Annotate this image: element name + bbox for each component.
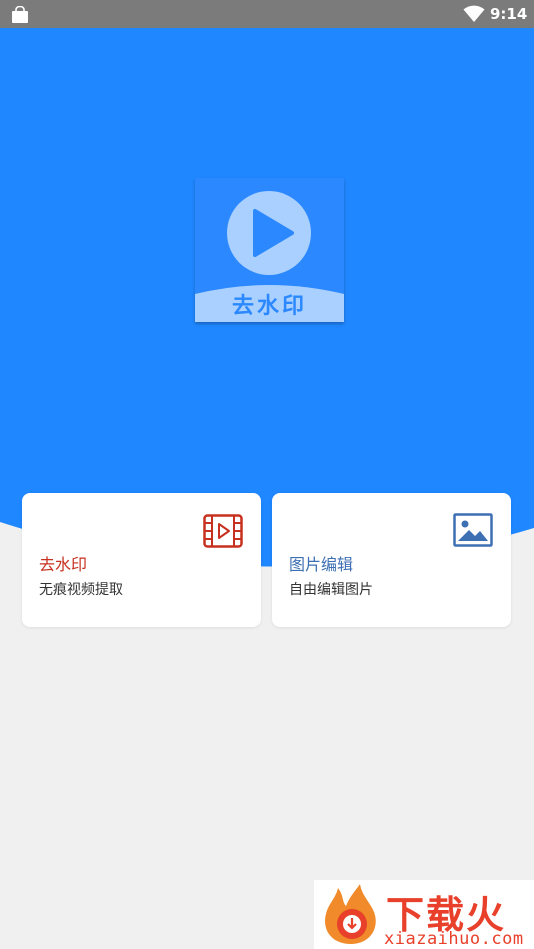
- status-bar: 9:14: [0, 0, 534, 28]
- app-logo: 去水印: [195, 178, 344, 322]
- image-edit-card[interactable]: 图片编辑 自由编辑图片: [272, 493, 511, 627]
- watermark-url: xiazaihuo.com: [384, 929, 524, 949]
- card-title: 去水印: [39, 555, 88, 574]
- card-subtitle: 自由编辑图片: [289, 582, 373, 598]
- flame-logo-icon: [325, 884, 376, 944]
- card-subtitle: 无痕视频提取: [39, 582, 123, 598]
- image-icon: [453, 513, 493, 547]
- remove-watermark-card[interactable]: 去水印 无痕视频提取: [22, 493, 261, 627]
- logo-text: 去水印: [231, 294, 307, 319]
- site-watermark: 下载火 xiazaihuo.com: [314, 880, 534, 949]
- wifi-icon: [463, 5, 485, 22]
- film-icon: [203, 514, 243, 548]
- shopping-bag-icon: [12, 6, 28, 23]
- card-title: 图片编辑: [289, 555, 354, 574]
- status-time: 9:14: [490, 5, 528, 23]
